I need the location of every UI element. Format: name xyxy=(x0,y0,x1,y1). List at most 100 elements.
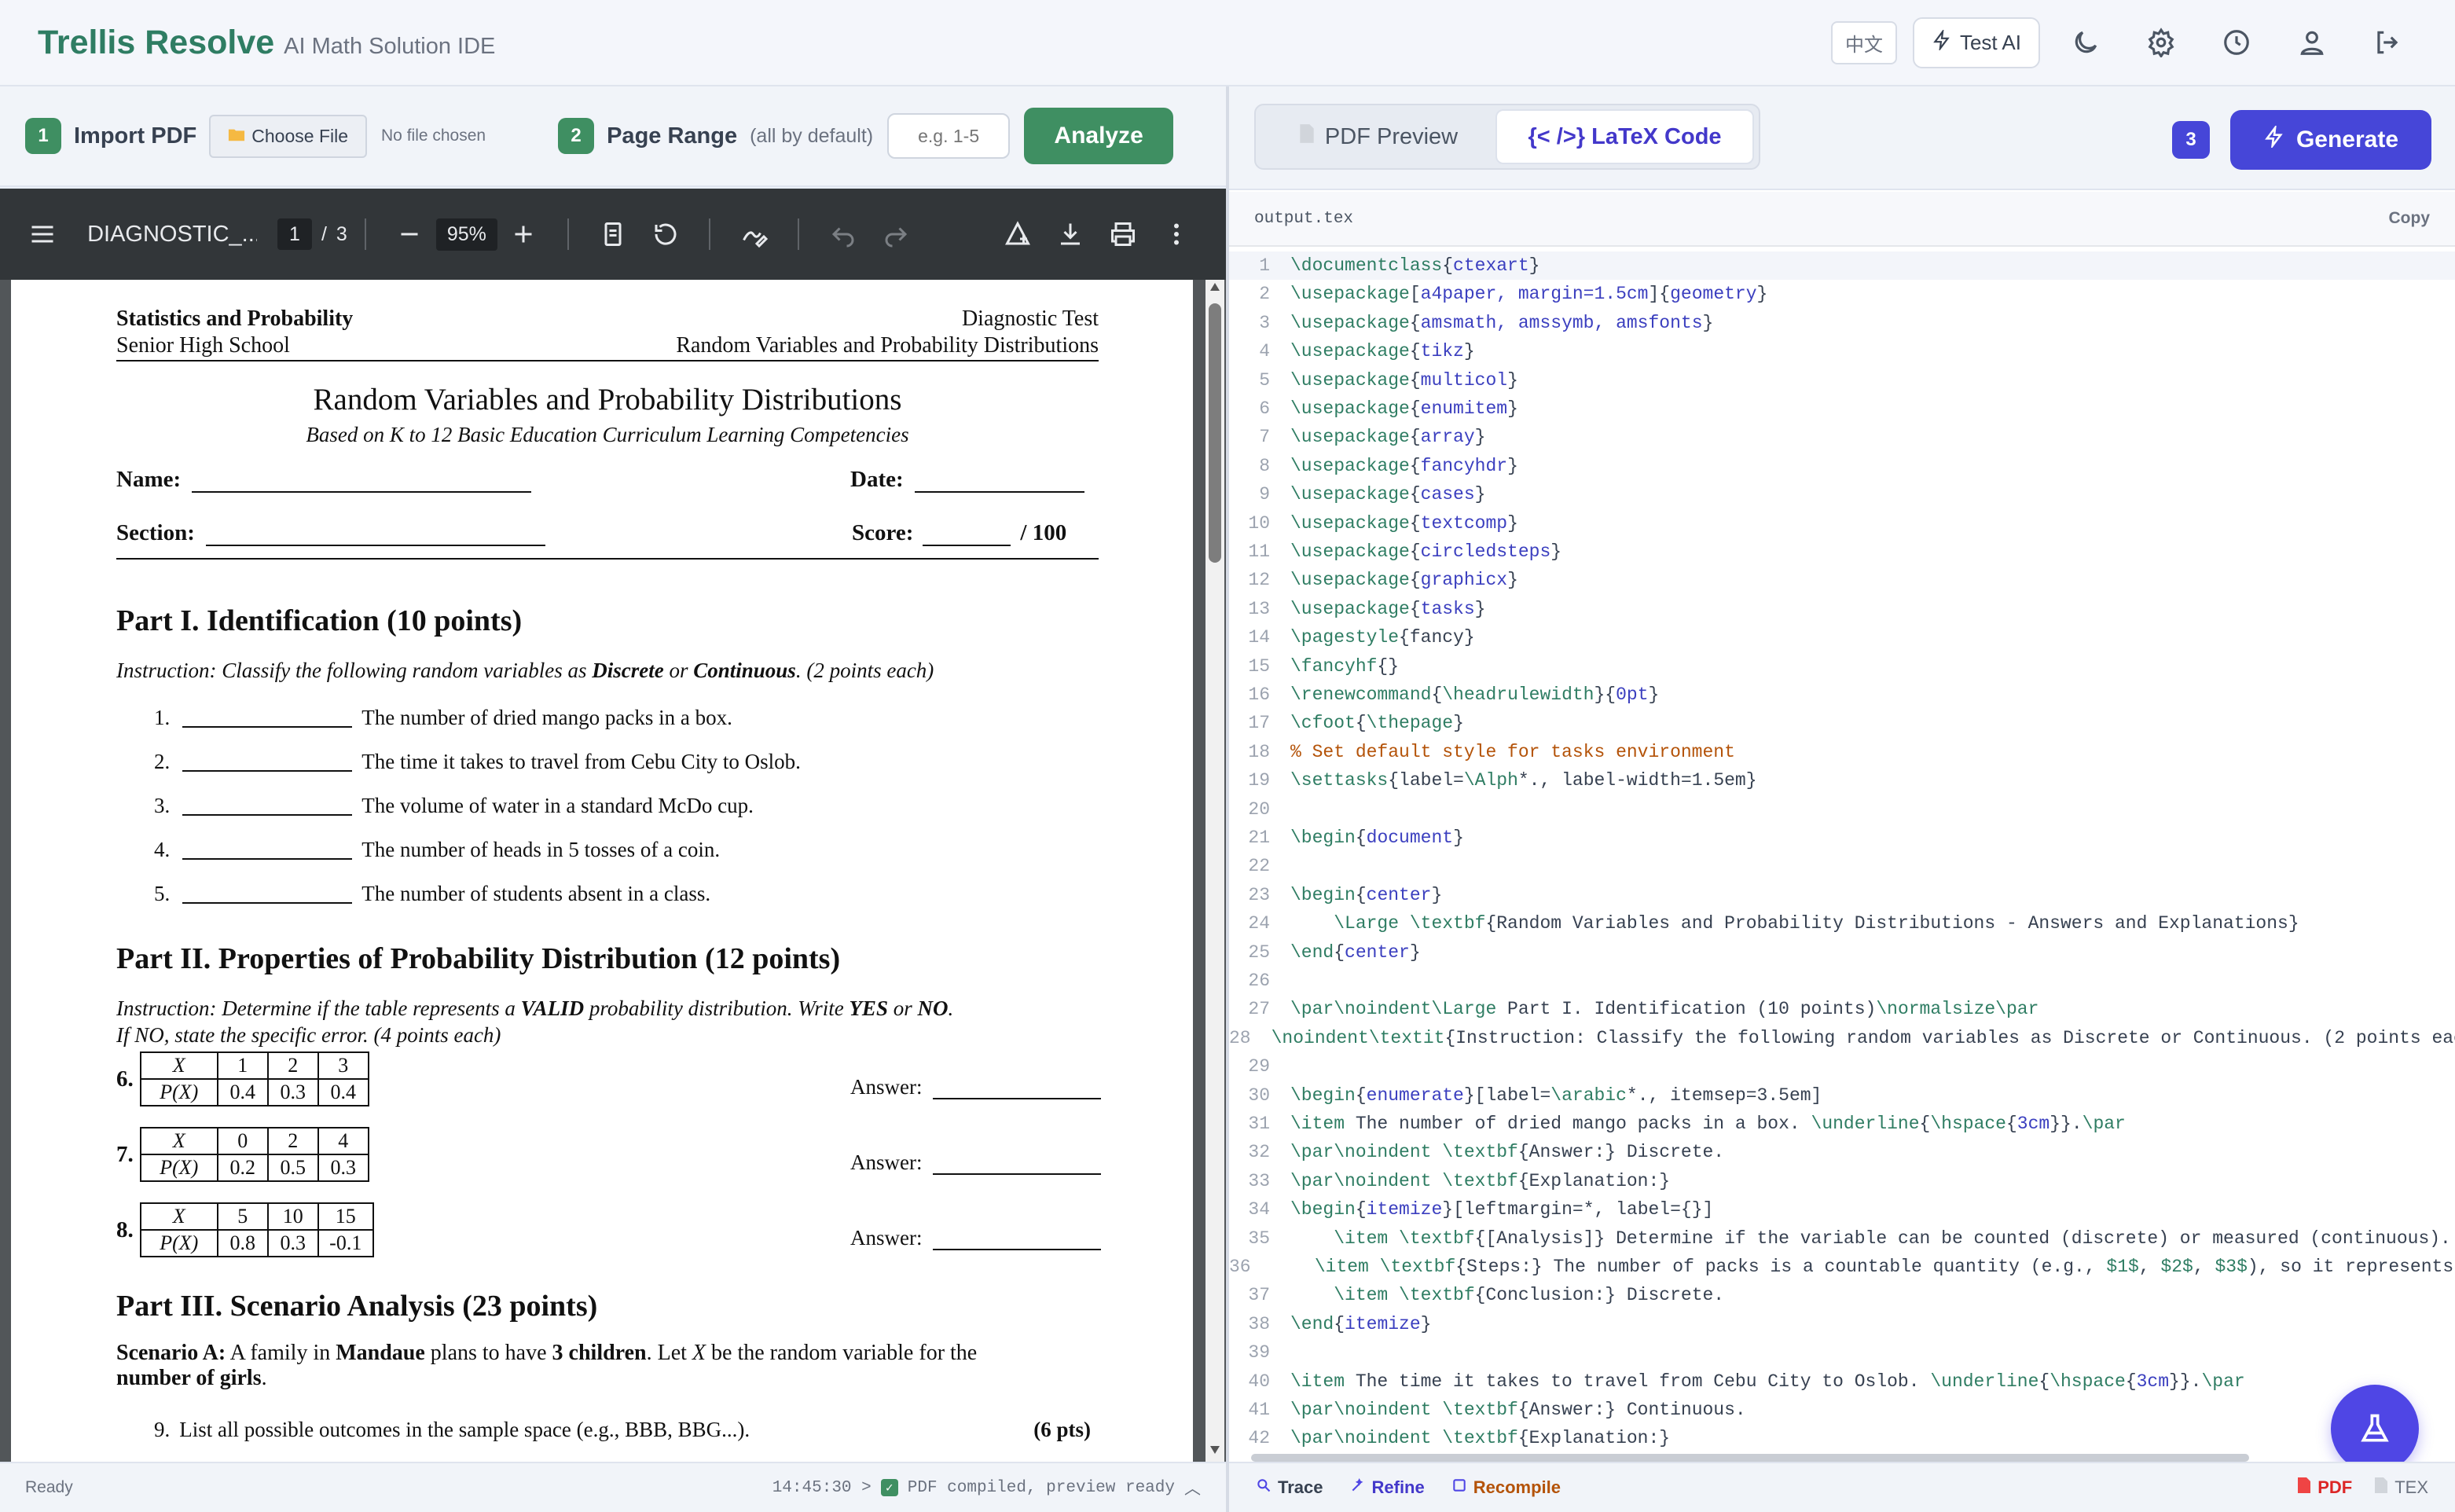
code-line[interactable]: 41 \par\noindent \textbf {Answer:} Continu… xyxy=(1229,1396,2455,1424)
logout-button[interactable] xyxy=(2358,13,2417,72)
code-line[interactable]: 1 \documentclass{ctexart} xyxy=(1229,251,2455,280)
generate-button[interactable]: Generate xyxy=(2230,110,2431,170)
history-button[interactable] xyxy=(2207,13,2266,72)
page-range-input[interactable] xyxy=(887,113,1011,159)
code-token: \usepackage xyxy=(1290,598,1410,619)
account-button[interactable] xyxy=(2282,13,2342,72)
current-page-input[interactable]: 1 xyxy=(277,218,312,250)
section-field: Section: xyxy=(116,520,545,546)
code-line[interactable]: 2 \usepackage[a4paper, margin=1.5cm]{geom… xyxy=(1229,280,2455,308)
copy-button[interactable]: Copy xyxy=(2389,209,2431,228)
recompile-button[interactable]: Recompile xyxy=(1451,1477,1561,1498)
code-line[interactable]: 40 \item The time it takes to travel from… xyxy=(1229,1367,2455,1396)
code-line[interactable]: 14 \pagestyle {fancy} xyxy=(1229,623,2455,651)
code-line[interactable]: 6 \usepackage{enumitem} xyxy=(1229,395,2455,423)
table-number: 6. xyxy=(116,1066,134,1092)
menu-button[interactable] xyxy=(24,215,61,253)
code-horizontal-scrollbar[interactable] xyxy=(1251,1454,2249,1462)
code-line[interactable]: 33 \par\noindent \textbf {Explanation:} xyxy=(1229,1167,2455,1195)
fit-page-button[interactable] xyxy=(594,215,631,253)
code-line[interactable]: 19 \settasks {label= \Alph *., label-width=1… xyxy=(1229,766,2455,795)
code-line[interactable]: 35 \item \textbf {[Analysis]} Determine i… xyxy=(1229,1224,2455,1253)
lab-fab-button[interactable] xyxy=(2331,1385,2419,1473)
code-line[interactable]: 10 \usepackage{textcomp} xyxy=(1229,509,2455,538)
code-token: \cfoot xyxy=(1290,713,1356,734)
code-line[interactable]: 42 \par\noindent \textbf {Explanation:} xyxy=(1229,1424,2455,1451)
pdf-vertical-scrollbar[interactable] xyxy=(1205,280,1224,1459)
code-line[interactable]: 9 \usepackage{cases} xyxy=(1229,480,2455,508)
code-line[interactable]: 27 \par\noindent\Large Part I. Identifica… xyxy=(1229,995,2455,1023)
code-token: \item xyxy=(1290,1114,1345,1134)
code-line[interactable]: 20 xyxy=(1229,795,2455,824)
code-line[interactable]: 29 xyxy=(1229,1052,2455,1081)
zoom-out-button[interactable] xyxy=(391,215,428,253)
scrollbar-thumb[interactable] xyxy=(1209,303,1221,563)
code-line[interactable]: 7 \usepackage{array} xyxy=(1229,423,2455,451)
draw-button[interactable] xyxy=(736,215,772,253)
code-line[interactable]: 11 \usepackage{circledsteps} xyxy=(1229,538,2455,566)
code-line[interactable]: 17 \cfoot{\thepage} xyxy=(1229,709,2455,737)
code-line[interactable]: 4 \usepackage{tikz} xyxy=(1229,337,2455,365)
rotate-button[interactable] xyxy=(647,215,684,253)
code-line[interactable]: 13 \usepackage{tasks} xyxy=(1229,595,2455,623)
code-line[interactable]: 36 \item \textbf {Steps:} The number of p… xyxy=(1229,1253,2455,1281)
code-line[interactable]: 15 \fancyhf{} xyxy=(1229,652,2455,681)
add-annotation-button[interactable] xyxy=(1000,215,1037,253)
code-line[interactable]: 26 xyxy=(1229,967,2455,995)
code-line[interactable]: 18 % Set default style for tasks environm… xyxy=(1229,738,2455,766)
more-options-button[interactable] xyxy=(1158,215,1194,253)
tex-label: TEX xyxy=(2394,1477,2428,1497)
table-cell: 1 xyxy=(216,1051,269,1080)
undo-button[interactable] xyxy=(824,215,861,253)
code-editor[interactable]: 1 \documentclass{ctexart} 2 \usepackage[a4p… xyxy=(1229,248,2455,1451)
page-separator: / xyxy=(321,222,327,245)
zoom-in-button[interactable] xyxy=(505,215,542,253)
trace-button[interactable]: Trace xyxy=(1256,1477,1323,1498)
code-line[interactable]: 34 \begin{itemize}[leftmargin=*, label={}… xyxy=(1229,1195,2455,1224)
code-line[interactable]: 24 \Large \textbf {Random Variables and P… xyxy=(1229,909,2455,938)
code-line[interactable]: 37 \item \textbf {Conclusion:} Discrete. xyxy=(1229,1281,2455,1309)
scenario-a: Scenario A: A family in Mandaue plans to… xyxy=(116,1341,1099,1391)
test-ai-button[interactable]: Test AI xyxy=(1912,17,2040,68)
export-tex-button[interactable]: TEX xyxy=(2374,1477,2428,1499)
download-button[interactable] xyxy=(1052,215,1089,253)
refine-button[interactable]: Refine xyxy=(1350,1477,1425,1498)
scroll-down-arrow-icon[interactable] xyxy=(1210,1446,1220,1454)
scroll-up-arrow-icon[interactable] xyxy=(1210,283,1220,291)
code-line[interactable]: 38 \end{itemize} xyxy=(1229,1310,2455,1338)
answer-line xyxy=(933,1154,1102,1175)
code-line[interactable]: 23 \begin{center} xyxy=(1229,881,2455,909)
code-line[interactable]: 5 \usepackage{multicol} xyxy=(1229,366,2455,395)
code-line[interactable]: 16 \renewcommand{\headrulewidth}{0pt} xyxy=(1229,681,2455,709)
pdf-file-title: DIAGNOSTIC_... xyxy=(87,221,257,247)
redo-button[interactable] xyxy=(877,215,914,253)
export-pdf-button[interactable]: PDF xyxy=(2297,1477,2352,1499)
dark-mode-button[interactable] xyxy=(2056,13,2116,72)
code-line[interactable]: 32 \par\noindent \textbf {Answer:} Discret… xyxy=(1229,1138,2455,1166)
code-line[interactable]: 8 \usepackage{fancyhdr} xyxy=(1229,452,2455,480)
tab-latex-code[interactable]: {< />} LaTeX Code xyxy=(1495,109,1754,164)
chevron-up-icon[interactable]: ︿ xyxy=(1184,1476,1201,1499)
tab-pdf-preview[interactable]: PDF Preview xyxy=(1261,109,1495,164)
code-line[interactable]: 12 \usepackage{graphicx} xyxy=(1229,566,2455,594)
code-line[interactable]: 21 \begin{document} xyxy=(1229,824,2455,852)
code-line[interactable]: 39 xyxy=(1229,1338,2455,1367)
code-token: { xyxy=(2005,1114,2017,1134)
code-line[interactable]: 3 \usepackage{amsmath, amssymb, amsfonts} xyxy=(1229,309,2455,337)
code-line[interactable]: 30 \begin{enumerate}[label= \arabic *., ite… xyxy=(1229,1081,2455,1110)
analyze-button[interactable]: Analyze xyxy=(1024,108,1174,164)
answer-blank xyxy=(182,885,353,904)
line-number: 28 xyxy=(1229,1027,1251,1048)
print-button[interactable] xyxy=(1105,215,1142,253)
code-token: { xyxy=(1919,1114,1931,1134)
settings-button[interactable] xyxy=(2131,13,2191,72)
language-toggle-button[interactable]: 中文 xyxy=(1830,20,1897,64)
pdf-viewer-toolbar: DIAGNOSTIC_... 1 / 3 95% xyxy=(0,189,1226,280)
choose-file-button[interactable]: Choose File xyxy=(209,114,368,158)
code-line[interactable]: 25 \end{center} xyxy=(1229,938,2455,967)
code-line[interactable]: 28 \noindent\textit {Instruction: Classify… xyxy=(1229,1024,2455,1052)
code-line[interactable]: 31 \item The number of dried mango packs … xyxy=(1229,1110,2455,1138)
code-line[interactable]: 22 xyxy=(1229,852,2455,880)
code-token: }{ xyxy=(1594,684,1616,705)
zoom-level[interactable]: 95% xyxy=(435,218,497,251)
